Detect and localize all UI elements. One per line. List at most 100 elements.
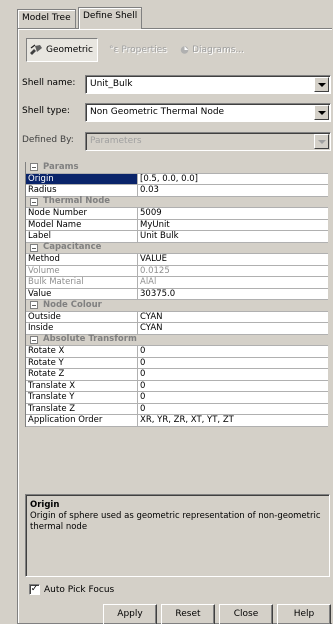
diagrams-button[interactable]: Diagrams... [178, 38, 244, 62]
properties-button[interactable]: °ε Properties [107, 38, 173, 62]
diagrams-icon [180, 46, 189, 54]
property-name: Value [26, 288, 138, 300]
property-value[interactable]: 0 [138, 357, 328, 369]
apply-button[interactable]: Apply [103, 604, 157, 624]
properties-icon: °ε [109, 45, 119, 55]
table-row[interactable]: Application Order XR, YR, ZR, XT, YT, ZT [26, 415, 328, 427]
property-name: Rotate Z [26, 369, 138, 381]
dropdown-arrow-icon[interactable] [314, 105, 329, 120]
group-thermal-node[interactable]: Thermal Node [26, 196, 328, 208]
table-row[interactable]: Method VALUE [26, 254, 328, 266]
defined-by-value: Parameters [90, 136, 142, 146]
description-title: Origin [30, 500, 60, 510]
diagrams-label: Diagrams... [192, 45, 244, 55]
table-row[interactable]: Radius 0.03 [26, 185, 328, 197]
table-row[interactable]: Translate X0 [26, 380, 328, 392]
dropdown-arrow-icon[interactable] [314, 134, 329, 149]
table-row[interactable]: Rotate Z0 [26, 369, 328, 381]
description-text: Origin of sphere used as geometric repre… [30, 511, 321, 532]
shell-type-combo[interactable]: Non Geometric Thermal Node [85, 103, 331, 122]
geometric-label: Geometric [46, 45, 93, 55]
group-absolute-transform[interactable]: Absolute Transform [26, 334, 328, 346]
group-node-colour[interactable]: Node Colour [26, 300, 328, 312]
dropdown-arrow-icon[interactable] [314, 77, 329, 92]
table-row[interactable]: Origin [0.5, 0.0, 0.0] [26, 173, 328, 185]
property-name: Model Name [26, 219, 138, 231]
shell-name-combo[interactable]: Unit_Bulk [85, 75, 331, 94]
shell-name-label: Shell name: [22, 78, 76, 88]
table-row[interactable]: Outside CYAN [26, 311, 328, 323]
help-button[interactable]: Help [277, 604, 331, 624]
reset-button[interactable]: Reset [161, 604, 215, 624]
table-row[interactable]: Rotate X0 [26, 346, 328, 358]
property-name: Translate X [26, 380, 138, 392]
geometric-button[interactable]: Geometric [26, 38, 98, 62]
property-value[interactable]: CYAN [138, 311, 328, 323]
property-name: Node Number [26, 208, 138, 220]
table-row[interactable]: Rotate Y0 [26, 357, 328, 369]
property-name: Origin [26, 173, 138, 185]
shell-name-value: Unit_Bulk [90, 79, 133, 89]
close-button[interactable]: Close [219, 604, 273, 624]
property-value[interactable]: 0 [138, 369, 328, 381]
collapse-icon[interactable] [30, 335, 38, 344]
shell-type-value: Non Geometric Thermal Node [90, 107, 225, 117]
table-row[interactable]: Value 30375.0 [26, 288, 328, 300]
collapse-icon[interactable] [30, 243, 38, 252]
group-label: Params [43, 161, 79, 172]
property-name: Rotate X [26, 346, 138, 358]
group-label: Capacitance [43, 242, 102, 253]
property-value[interactable]: 30375.0 [138, 288, 328, 300]
shell-type-label: Shell type: [22, 106, 70, 116]
geometric-icon [30, 44, 42, 55]
property-value[interactable]: 0.03 [138, 185, 328, 197]
property-value[interactable]: XR, YR, ZR, XT, YT, ZT [138, 415, 328, 427]
property-name: Outside [26, 311, 138, 323]
property-name: Application Order [26, 415, 138, 427]
property-name: Volume [26, 265, 138, 277]
auto-pick-focus-checkbox[interactable]: ✓ [29, 584, 40, 595]
description-box: Origin Origin of sphere used as geometri… [25, 494, 330, 577]
property-name: Rotate Y [26, 357, 138, 369]
group-label: Node Colour [43, 299, 102, 310]
property-value[interactable]: CYAN [138, 323, 328, 335]
property-value[interactable]: 0 [138, 403, 328, 415]
property-value[interactable]: 0 [138, 380, 328, 392]
property-name: Method [26, 254, 138, 266]
defined-by-label: Defined By: [22, 135, 74, 145]
tab-define-shell[interactable]: Define Shell [78, 7, 143, 29]
property-value[interactable]: 0 [138, 392, 328, 404]
property-value[interactable]: Unit Bulk [138, 231, 328, 243]
table-row[interactable]: Model Name MyUnit [26, 219, 328, 231]
table-row[interactable]: Translate Y0 [26, 392, 328, 404]
property-value: AlAl [138, 277, 328, 289]
collapse-icon[interactable] [30, 163, 38, 172]
collapse-icon[interactable] [30, 197, 38, 206]
table-row[interactable]: Node Number 5009 [26, 208, 328, 220]
group-label: Thermal Node [43, 196, 111, 207]
property-value[interactable]: 0 [138, 346, 328, 358]
property-value[interactable]: [0.5, 0.0, 0.0] [138, 173, 328, 185]
property-name: Label [26, 231, 138, 243]
table-row[interactable]: Inside CYAN [26, 323, 328, 335]
property-value[interactable]: MyUnit [138, 219, 328, 231]
tab-model-tree[interactable]: Model Tree [17, 9, 76, 28]
property-name: Radius [26, 185, 138, 197]
group-capacitance[interactable]: Capacitance [26, 242, 328, 254]
table-row[interactable]: Label Unit Bulk [26, 231, 328, 243]
property-value[interactable]: 5009 [138, 208, 328, 220]
defined-by-combo[interactable]: Parameters [85, 132, 331, 151]
property-name: Bulk Material [26, 277, 138, 289]
group-params[interactable]: Params [26, 162, 328, 174]
property-value[interactable]: VALUE [138, 254, 328, 266]
table-row: Bulk Material AlAl [26, 277, 328, 289]
property-name: Inside [26, 323, 138, 335]
table-row[interactable]: Translate Z0 [26, 403, 328, 415]
properties-label: Properties [121, 45, 167, 55]
property-name: Translate Y [26, 392, 138, 404]
collapse-icon[interactable] [30, 301, 38, 310]
table-row: Volume 0.0125 [26, 265, 328, 277]
property-value: 0.0125 [138, 265, 328, 277]
property-table: Params Origin [0.5, 0.0, 0.0] Radius 0.03 … [25, 162, 328, 427]
group-label: Absolute Transform [43, 334, 137, 345]
